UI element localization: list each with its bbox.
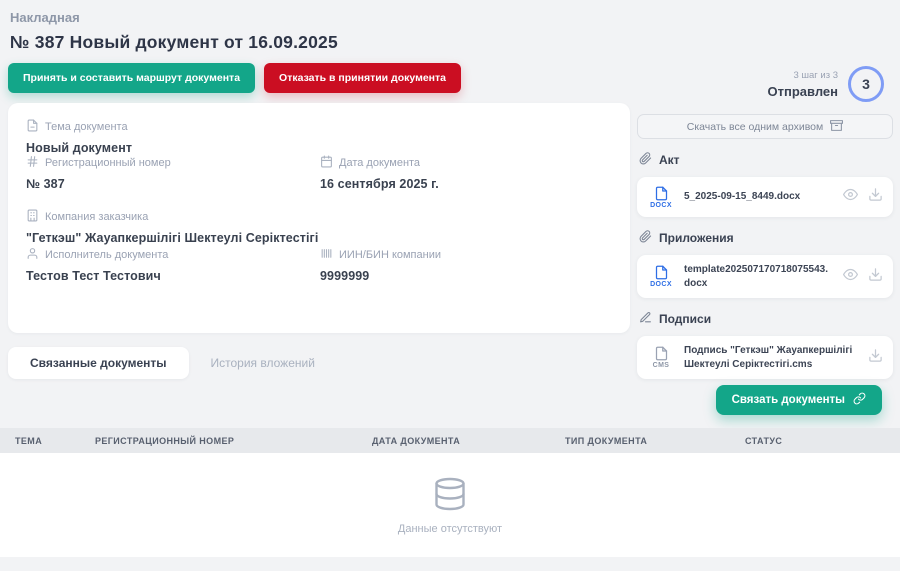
- person-icon: [26, 247, 39, 263]
- progress-ring: 3: [848, 66, 884, 102]
- building-icon: [26, 209, 39, 225]
- preview-eye-icon[interactable]: [843, 187, 858, 207]
- field-customer-company: Компания заказчика "Геткэш" Жауапкершілі…: [26, 209, 318, 245]
- document-details-card: Тема документа Новый документ Регистраци…: [8, 103, 630, 333]
- progress-step-label: 3 шаг из 3: [768, 70, 839, 81]
- document-icon: [26, 119, 39, 135]
- empty-state-text: Данные отсутствуют: [398, 523, 502, 535]
- paperclip-icon: [639, 152, 652, 168]
- database-icon: [398, 476, 502, 512]
- document-type-label: Накладная: [10, 10, 338, 25]
- section-title: Акт: [659, 153, 680, 167]
- reject-document-button[interactable]: Отказать в принятии документа: [264, 63, 461, 93]
- field-date: Дата документа 16 сентября 2025 г.: [320, 155, 439, 191]
- download-icon[interactable]: [868, 267, 883, 287]
- download-icon[interactable]: [868, 187, 883, 207]
- field-label: Регистрационный номер: [45, 157, 171, 169]
- field-value: № 387: [26, 177, 171, 191]
- file-name: Подпись "Геткэш" Жауапкершілігі Шектеулі…: [684, 344, 859, 371]
- field-value: Новый документ: [26, 141, 132, 155]
- download-all-archive-button[interactable]: Скачать все одним архивом: [637, 114, 893, 139]
- related-documents-table-body: Данные отсутствуют: [0, 453, 900, 557]
- action-buttons: Принять и составить маршрут документа От…: [8, 63, 461, 93]
- progress-step-number: 3: [862, 76, 870, 92]
- download-icon[interactable]: [868, 348, 883, 368]
- field-label: Дата документа: [339, 157, 420, 169]
- field-value: "Геткэш" Жауапкершілігі Шектеулі Серікте…: [26, 231, 318, 245]
- field-label: Исполнитель документа: [45, 249, 168, 261]
- file-card-signature[interactable]: CMS Подпись "Геткэш" Жауапкершілігі Шект…: [637, 336, 893, 379]
- docx-file-icon: DOCX: [647, 186, 675, 209]
- tab-bar: Связанные документы История вложений: [8, 347, 337, 379]
- column-header-date: ДАТА ДОКУМЕНТА: [372, 436, 565, 446]
- field-theme: Тема документа Новый документ: [26, 119, 132, 155]
- tab-attachment-history[interactable]: История вложений: [189, 347, 337, 379]
- field-label: Компания заказчика: [45, 211, 148, 223]
- status-badge: Отправлен: [768, 84, 839, 99]
- attachments-panel: Скачать все одним архивом Акт DOCX 5_202…: [637, 114, 893, 379]
- file-card-attachment[interactable]: DOCX template202507170718075543.docx: [637, 255, 893, 298]
- section-act: Акт: [639, 152, 893, 168]
- file-type-label: CMS: [653, 362, 670, 369]
- link-icon: [853, 392, 866, 408]
- calendar-icon: [320, 155, 333, 171]
- field-value: 9999999: [320, 269, 441, 283]
- file-name: 5_2025-09-15_8449.docx: [684, 190, 834, 204]
- cms-file-icon: CMS: [647, 346, 675, 369]
- docx-file-icon: DOCX: [647, 265, 675, 288]
- link-documents-label: Связать документы: [732, 394, 845, 406]
- document-progress: 3 шаг из 3 Отправлен 3: [768, 66, 885, 102]
- preview-eye-icon[interactable]: [843, 267, 858, 287]
- field-value: Тестов Тест Тестович: [26, 269, 168, 283]
- field-iin-bin: ИИН/БИН компании 9999999: [320, 247, 441, 283]
- document-page: Накладная № 387 Новый документ от 16.09.…: [0, 0, 900, 571]
- section-attachments: Приложения: [639, 230, 893, 246]
- signature-icon: [639, 311, 652, 327]
- barcode-icon: [320, 247, 333, 263]
- tab-related-documents[interactable]: Связанные документы: [8, 347, 189, 379]
- file-type-label: DOCX: [650, 281, 672, 288]
- field-executor: Исполнитель документа Тестов Тест Тестов…: [26, 247, 168, 283]
- link-documents-button[interactable]: Связать документы: [716, 385, 882, 415]
- column-header-doc-type: ТИП ДОКУМЕНТА: [565, 436, 745, 446]
- accept-document-button[interactable]: Принять и составить маршрут документа: [8, 63, 255, 93]
- download-all-label: Скачать все одним архивом: [687, 121, 824, 133]
- related-documents-table-header: ТЕМА РЕГИСТРАЦИОННЫЙ НОМЕР ДАТА ДОКУМЕНТ…: [0, 428, 900, 453]
- column-header-status: СТАТУС: [745, 436, 900, 446]
- file-card-act[interactable]: DOCX 5_2025-09-15_8449.docx: [637, 177, 893, 217]
- field-label: ИИН/БИН компании: [339, 249, 441, 261]
- number-icon: [26, 155, 39, 171]
- page-header: Накладная № 387 Новый документ от 16.09.…: [10, 10, 338, 53]
- file-name: template202507170718075543.docx: [684, 263, 834, 290]
- progress-text: 3 шаг из 3 Отправлен: [768, 70, 839, 99]
- section-title: Подписи: [659, 312, 711, 326]
- file-type-label: DOCX: [650, 202, 672, 209]
- field-value: 16 сентября 2025 г.: [320, 177, 439, 191]
- empty-state: Данные отсутствуют: [398, 476, 502, 535]
- archive-icon: [830, 119, 843, 135]
- paperclip-icon: [639, 230, 652, 246]
- column-header-reg-number: РЕГИСТРАЦИОННЫЙ НОМЕР: [95, 436, 372, 446]
- column-header-theme: ТЕМА: [15, 436, 95, 446]
- field-label: Тема документа: [45, 121, 128, 133]
- section-signatures: Подписи: [639, 311, 893, 327]
- field-reg-number: Регистрационный номер № 387: [26, 155, 171, 191]
- section-title: Приложения: [659, 231, 734, 245]
- page-title: № 387 Новый документ от 16.09.2025: [10, 32, 338, 53]
